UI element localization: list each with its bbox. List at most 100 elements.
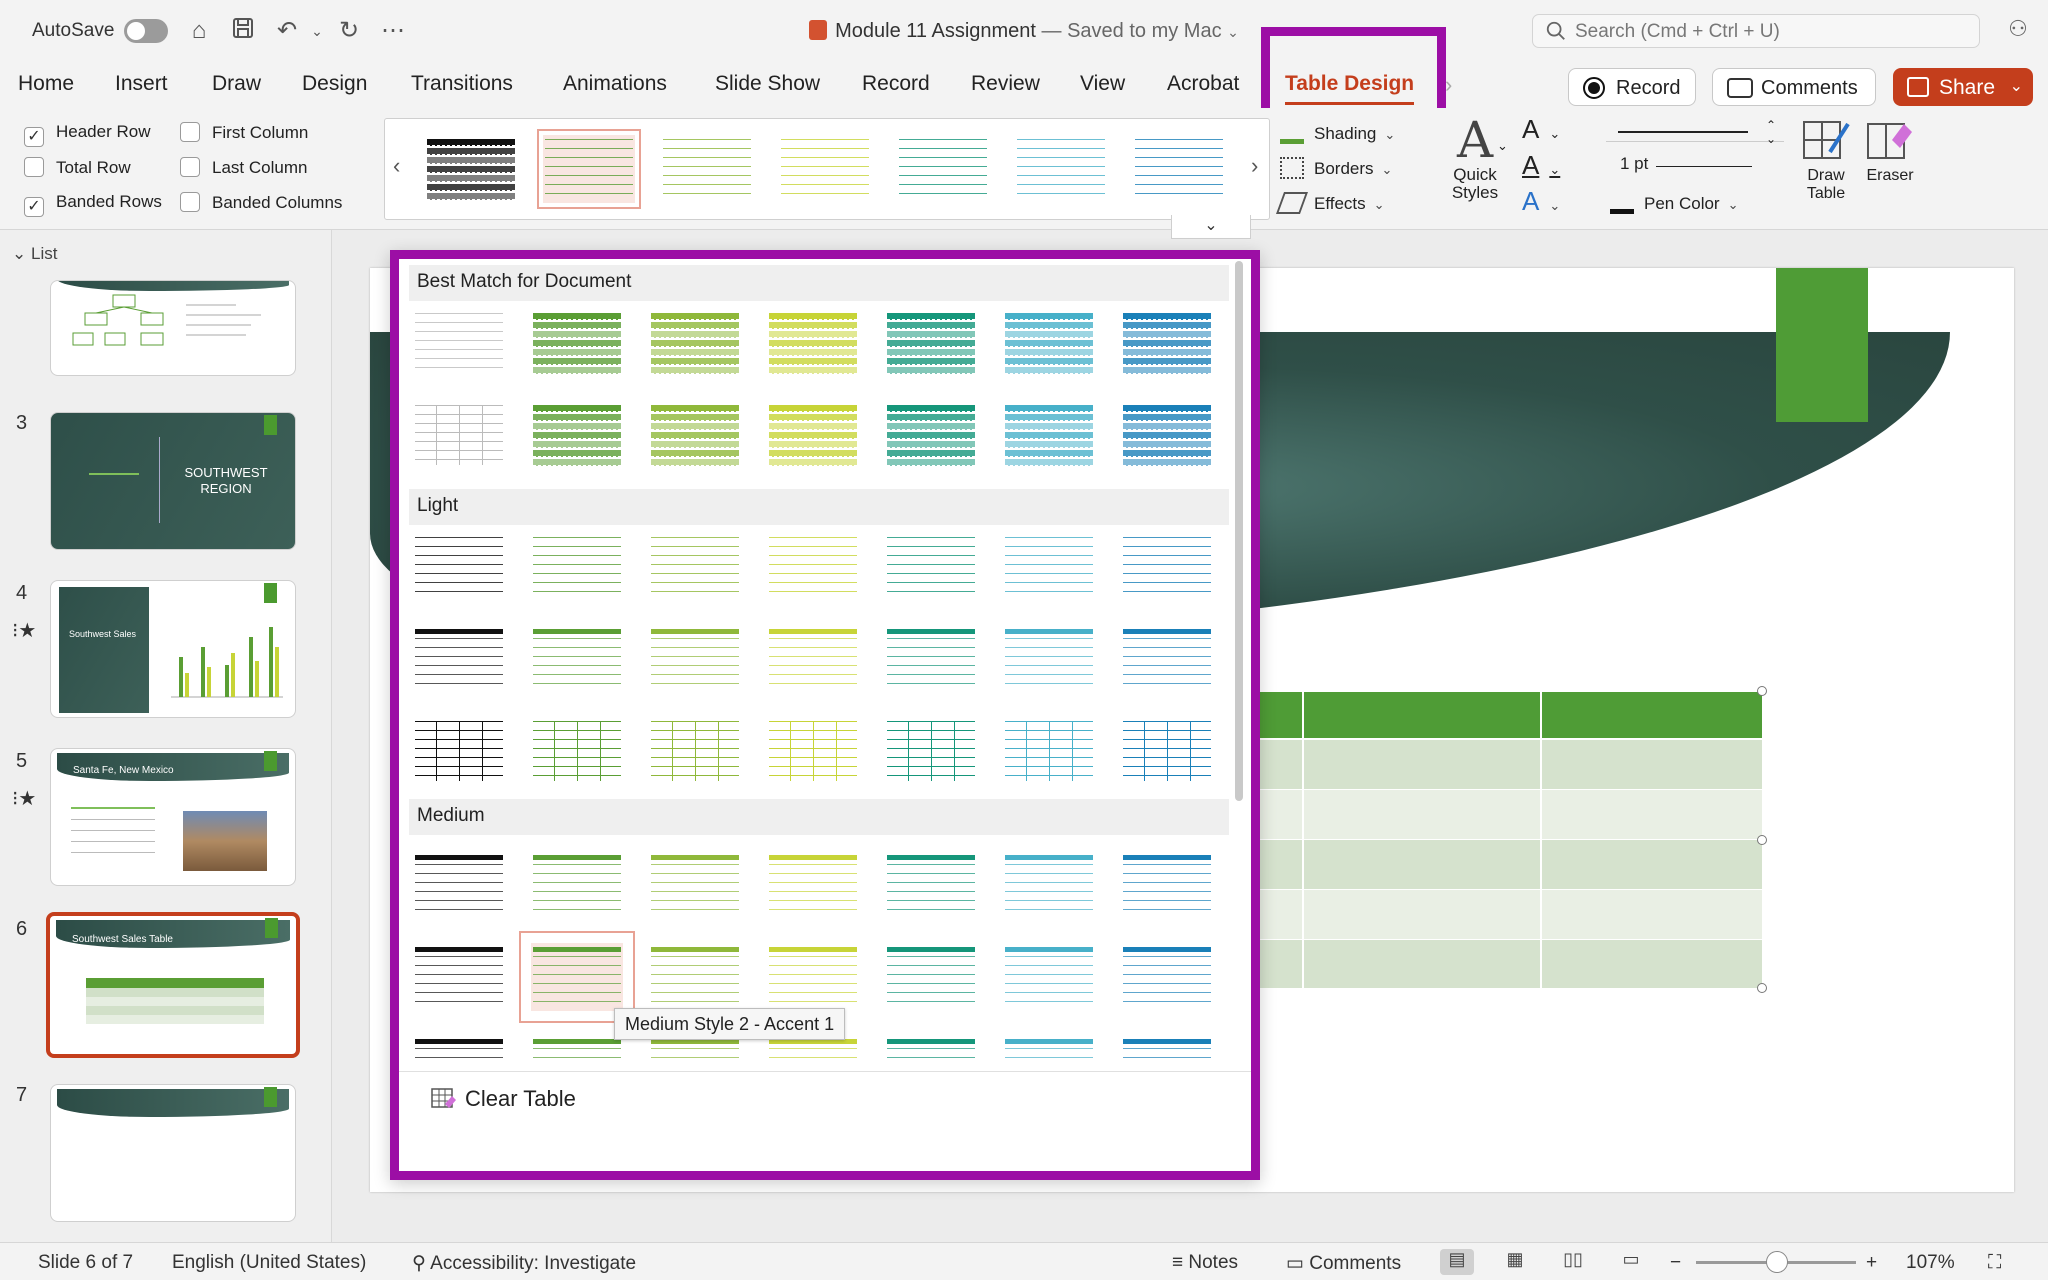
resize-handle[interactable] [1757, 983, 1767, 993]
table-row[interactable] [1246, 790, 1762, 840]
draw-table-button[interactable]: Draw Table [1798, 118, 1854, 203]
table-style-swatch[interactable] [767, 401, 859, 469]
chevron-down-icon[interactable]: ⌄ [1497, 138, 1508, 154]
pen-color-button[interactable]: Pen Color ⌄ [1610, 192, 1739, 214]
slide-thumbnail-5[interactable]: Santa Fe, New Mexico [50, 748, 296, 886]
slide-thumbnail-2[interactable] [50, 280, 296, 376]
slide-sorter-icon[interactable]: ▦ [1498, 1249, 1532, 1275]
table-style-swatch[interactable] [649, 401, 741, 469]
table-style-swatch[interactable] [885, 943, 977, 1011]
table-style-swatch[interactable] [1003, 309, 1095, 377]
tab-record[interactable]: Record [862, 72, 930, 96]
autosave-toggle[interactable] [124, 19, 168, 43]
effects-button[interactable]: Effects ⌄ [1275, 192, 1385, 214]
table-style-swatch[interactable] [1003, 851, 1095, 919]
slide-thumbnail-3[interactable]: SOUTHWEST REGION [50, 412, 296, 550]
table-style-swatch[interactable] [649, 851, 741, 919]
accessibility-button[interactable]: ⚲ Accessibility: Investigate [412, 1252, 636, 1275]
table-style-swatch[interactable] [1015, 135, 1107, 203]
list-header[interactable]: ⌄ List [12, 244, 57, 264]
table-style-swatch[interactable] [413, 851, 505, 919]
table-row[interactable] [1246, 740, 1762, 790]
save-icon[interactable] [228, 16, 258, 46]
table-style-swatch[interactable] [413, 309, 505, 377]
table-row[interactable] [1246, 890, 1762, 940]
tab-home[interactable]: Home [18, 72, 74, 96]
pen-style-select[interactable]: ⌃ ⌄ [1606, 118, 1784, 146]
table-style-swatch[interactable] [767, 533, 859, 601]
table-style-swatch[interactable] [425, 135, 517, 203]
tab-acrobat[interactable]: Acrobat [1167, 72, 1239, 96]
table-style-swatch[interactable] [1133, 135, 1225, 203]
table-style-swatch[interactable] [1003, 401, 1095, 469]
undo-dropdown-icon[interactable]: ⌄ [302, 16, 332, 46]
table-style-swatch[interactable] [1121, 851, 1213, 919]
record-button[interactable]: Record [1568, 68, 1696, 106]
table-style-swatch[interactable] [885, 717, 977, 785]
table-style-swatch[interactable] [1121, 1035, 1213, 1059]
tabs-scroll-right-icon[interactable]: › [1445, 72, 1452, 98]
tab-review[interactable]: Review [971, 72, 1040, 96]
resize-handle[interactable] [1757, 686, 1767, 696]
tab-table-design[interactable]: Table Design [1285, 72, 1415, 105]
table-style-swatch[interactable] [885, 309, 977, 377]
tab-slide-show[interactable]: Slide Show [715, 72, 820, 96]
table-style-swatch[interactable] [767, 943, 859, 1011]
gallery-scrollbar[interactable] [1235, 261, 1243, 801]
checkbox[interactable] [180, 122, 200, 142]
table-style-swatch[interactable] [661, 135, 753, 203]
table-style-swatch[interactable] [649, 625, 741, 693]
table-style-swatch[interactable] [779, 135, 871, 203]
presenter-view-icon[interactable]: ▭ [1614, 1249, 1648, 1275]
gallery-next-icon[interactable]: › [1251, 153, 1258, 179]
normal-view-icon[interactable]: ▤ [1440, 1249, 1474, 1275]
table-style-swatch[interactable] [1121, 943, 1213, 1011]
text-fill-icon[interactable]: A ⌄ [1522, 114, 1560, 145]
slide-thumbnail-6[interactable]: Southwest Sales Table [46, 912, 300, 1058]
shading-button[interactable]: Shading ⌄ [1280, 122, 1395, 144]
tab-view[interactable]: View [1080, 72, 1125, 96]
table-style-swatch[interactable] [531, 401, 623, 469]
clear-table-button[interactable]: Clear Table [431, 1086, 576, 1112]
reading-view-icon[interactable]: ▯▯ [1556, 1249, 1590, 1275]
redo-icon[interactable]: ↻ [334, 16, 364, 46]
table-style-swatch[interactable] [1121, 625, 1213, 693]
table-style-swatch[interactable] [413, 625, 505, 693]
last-column-option[interactable]: Last Column [180, 157, 307, 178]
table-style-swatch[interactable] [767, 625, 859, 693]
zoom-slider-thumb[interactable] [1766, 1251, 1788, 1273]
tab-design[interactable]: Design [302, 72, 367, 96]
table-style-swatch[interactable] [413, 1035, 505, 1059]
table-row[interactable] [1246, 840, 1762, 890]
table-style-swatch[interactable] [519, 931, 635, 1023]
table-style-swatch[interactable] [649, 309, 741, 377]
eraser-button[interactable]: Eraser [1862, 118, 1918, 185]
borders-button[interactable]: Borders ⌄ [1280, 157, 1392, 179]
tab-animations[interactable]: Animations [563, 72, 667, 96]
table-style-swatch[interactable] [1121, 533, 1213, 601]
comments-button[interactable]: Comments [1712, 68, 1876, 106]
slide-thumbnail-4[interactable]: Southwest Sales [50, 580, 296, 718]
slide-table[interactable] [1246, 686, 1772, 993]
text-effects-icon[interactable]: A ⌄ [1522, 186, 1560, 217]
table-style-swatch[interactable] [1121, 401, 1213, 469]
first-column-option[interactable]: First Column [180, 122, 308, 143]
text-outline-icon[interactable]: A ⌄ [1522, 150, 1560, 181]
table-style-swatch[interactable] [1003, 1035, 1095, 1059]
table-style-swatch[interactable] [767, 851, 859, 919]
quick-styles-button[interactable]: A Quick Styles [1440, 114, 1510, 202]
table-style-swatch[interactable] [767, 717, 859, 785]
share-people-icon[interactable]: ⚇ [2003, 16, 2033, 46]
table-style-swatch[interactable] [885, 401, 977, 469]
table-style-swatch[interactable] [413, 533, 505, 601]
table-style-swatch[interactable] [649, 943, 741, 1011]
fit-to-window-icon[interactable]: ⛶ [1988, 1252, 2001, 1274]
slide-thumbnail-7[interactable] [50, 1084, 296, 1222]
table-style-swatch[interactable] [1003, 625, 1095, 693]
table-style-swatch[interactable] [537, 129, 641, 209]
home-icon[interactable]: ⌂ [184, 16, 214, 46]
header-row-option[interactable]: ✓ Header Row [24, 122, 151, 147]
table-header-row[interactable] [1246, 692, 1762, 740]
table-style-swatch[interactable] [531, 1035, 623, 1059]
table-style-swatch[interactable] [531, 851, 623, 919]
